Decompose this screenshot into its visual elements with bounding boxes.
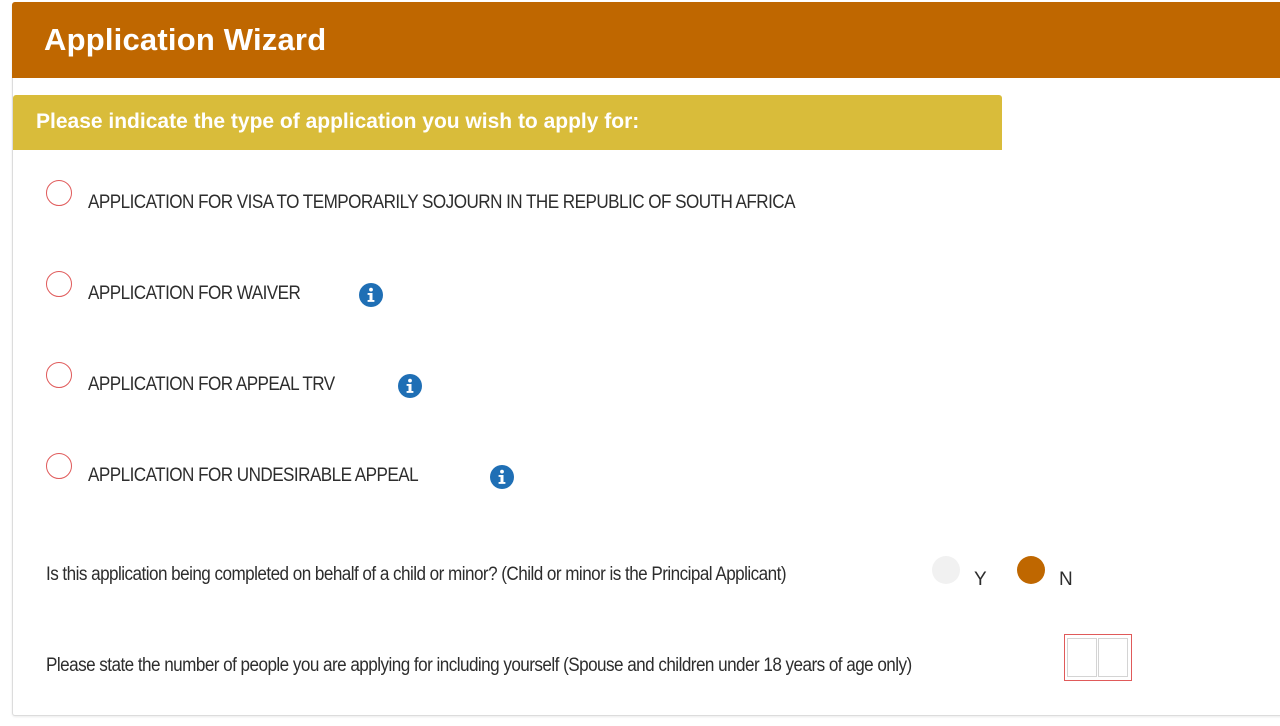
section-title: Please indicate the type of application … <box>36 110 640 133</box>
section-header: Please indicate the type of application … <box>13 95 1002 150</box>
application-option-visa[interactable]: APPLICATION FOR VISA TO TEMPORARILY SOJO… <box>46 180 946 213</box>
people-count-digit-2[interactable] <box>1098 638 1128 677</box>
application-option-undesirable-appeal[interactable]: APPLICATION FOR UNDESIRABLE APPEAL <box>46 453 466 486</box>
wizard-header: Application Wizard <box>12 2 1280 78</box>
appeal-trv-option-label: APPLICATION FOR APPEAL TRV <box>88 374 335 395</box>
minor-yes-radio[interactable] <box>932 556 960 584</box>
minor-no-label: N <box>1059 569 1073 590</box>
appeal-trv-radio[interactable] <box>46 362 72 388</box>
appeal-trv-info-icon[interactable] <box>398 374 422 398</box>
application-option-appeal-trv[interactable]: APPLICATION FOR APPEAL TRV <box>46 362 376 395</box>
minor-question-label: Is this application being completed on b… <box>46 564 787 585</box>
people-count-field[interactable] <box>1064 634 1132 681</box>
undesirable-appeal-info-icon[interactable] <box>490 465 514 489</box>
undesirable-appeal-option-label: APPLICATION FOR UNDESIRABLE APPEAL <box>88 465 419 486</box>
people-count-digit-1[interactable] <box>1067 638 1097 677</box>
page-title: Application Wizard <box>44 22 327 57</box>
waiver-info-icon[interactable] <box>359 283 383 307</box>
minor-yes-label: Y <box>974 569 987 590</box>
visa-option-label: APPLICATION FOR VISA TO TEMPORARILY SOJO… <box>88 192 796 213</box>
people-count-question-label: Please state the number of people you ar… <box>46 655 912 676</box>
visa-radio[interactable] <box>46 180 72 206</box>
undesirable-appeal-radio[interactable] <box>46 453 72 479</box>
waiver-radio[interactable] <box>46 271 72 297</box>
minor-no-radio[interactable] <box>1017 556 1045 584</box>
waiver-option-label: APPLICATION FOR WAIVER <box>88 283 301 304</box>
application-option-waiver[interactable]: APPLICATION FOR WAIVER <box>46 271 346 304</box>
